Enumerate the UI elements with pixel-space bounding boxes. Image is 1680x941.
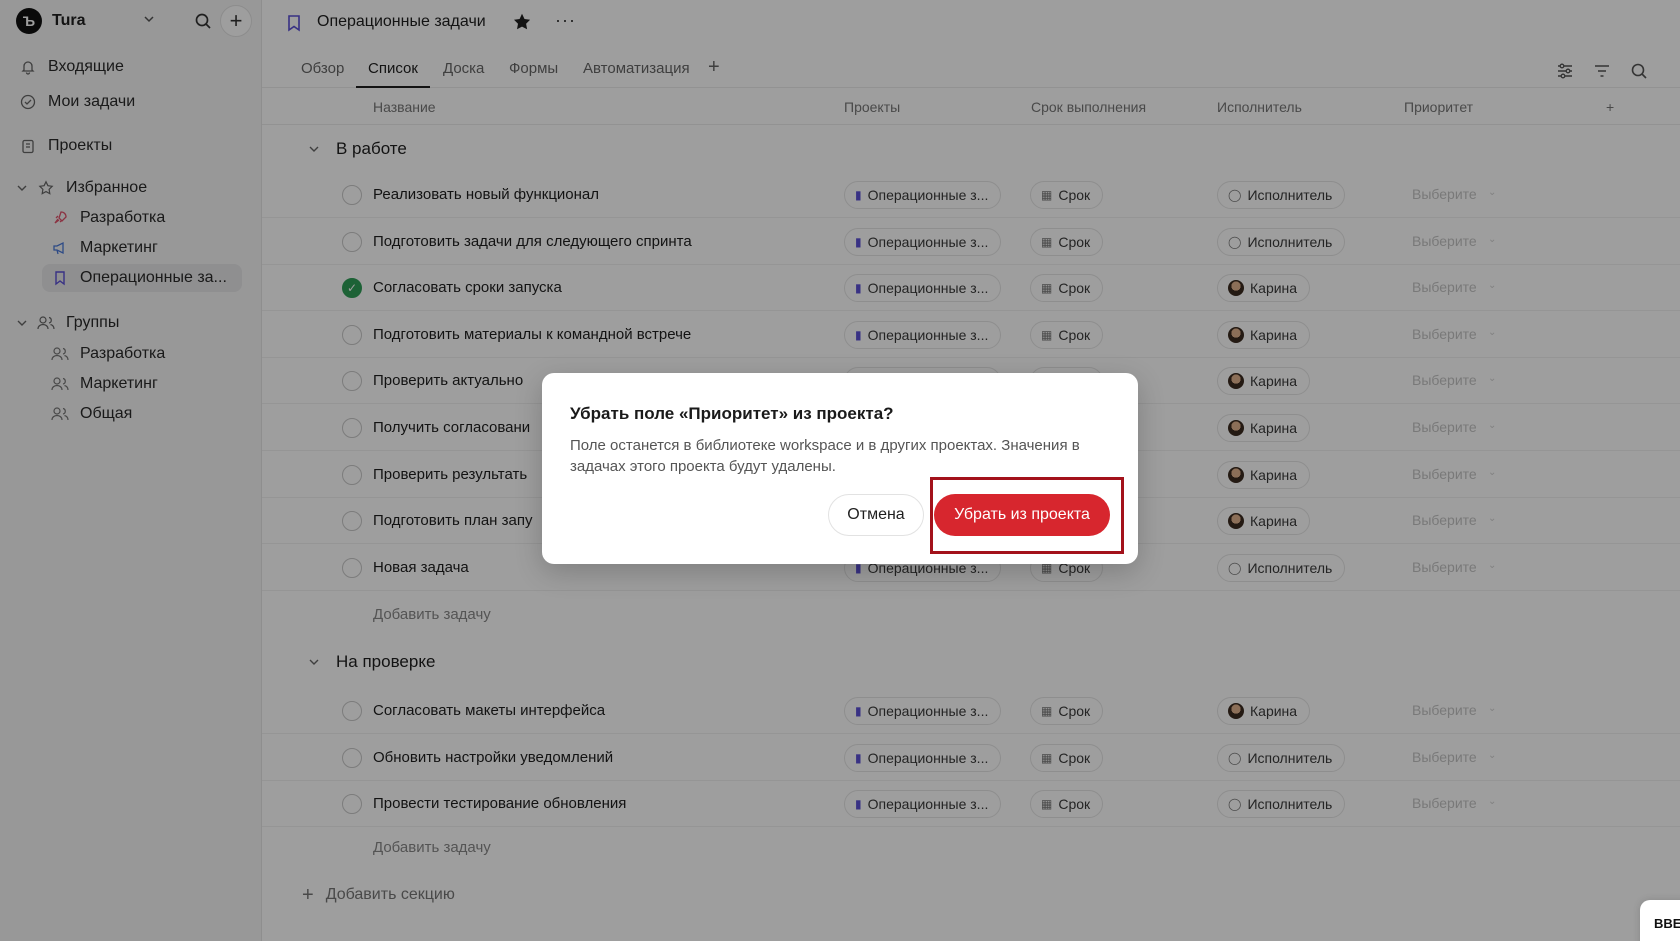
dialog-title: Убрать поле «Приоритет» из проекта? [570,404,894,423]
corner-widget[interactable]: ВВЕ [1640,900,1680,941]
cancel-button[interactable]: Отмена [828,494,924,536]
dialog-message: Поле останется в библиотеке workspace и … [570,437,1080,475]
remove-from-project-button[interactable]: Убрать из проекта [934,494,1110,536]
confirm-dialog: Убрать поле «Приоритет» из проекта? Поле… [542,373,1138,564]
